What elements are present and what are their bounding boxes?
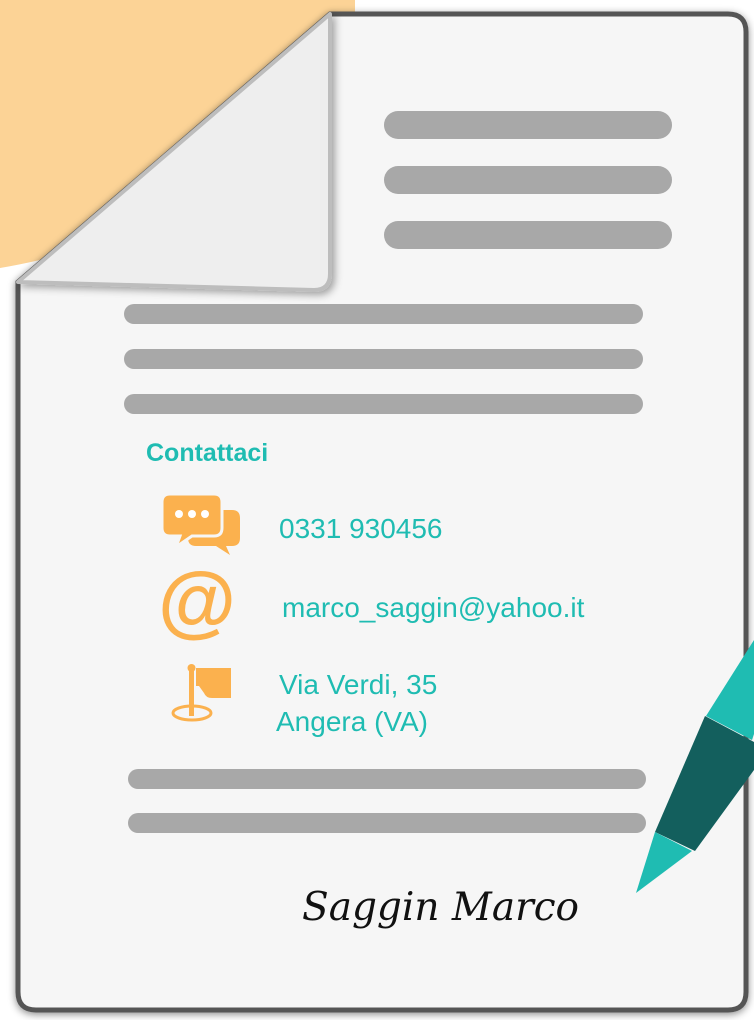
svg-text:Saggin Marco: Saggin Marco <box>302 885 579 930</box>
text-line <box>384 166 672 194</box>
text-line <box>384 111 672 139</box>
svg-text:@: @ <box>158 556 236 645</box>
text-line <box>128 769 646 789</box>
text-line <box>384 221 672 249</box>
signature: Saggin Marco <box>302 885 579 930</box>
email-address[interactable]: marco_saggin@yahoo.it <box>282 591 584 625</box>
phone-number[interactable]: 0331 930456 <box>279 512 443 546</box>
address-line-2: Angera (VA) <box>276 706 428 737</box>
text-line <box>124 394 643 414</box>
text-line <box>124 304 643 324</box>
text-line <box>124 349 643 369</box>
document-illustration: @ Saggin Marco <box>0 0 754 1013</box>
address-line-1: Via Verdi, 35 <box>279 669 438 700</box>
contact-heading: Contattaci <box>146 439 269 467</box>
at-sign-icon: @ <box>158 556 236 645</box>
text-line <box>128 813 646 833</box>
